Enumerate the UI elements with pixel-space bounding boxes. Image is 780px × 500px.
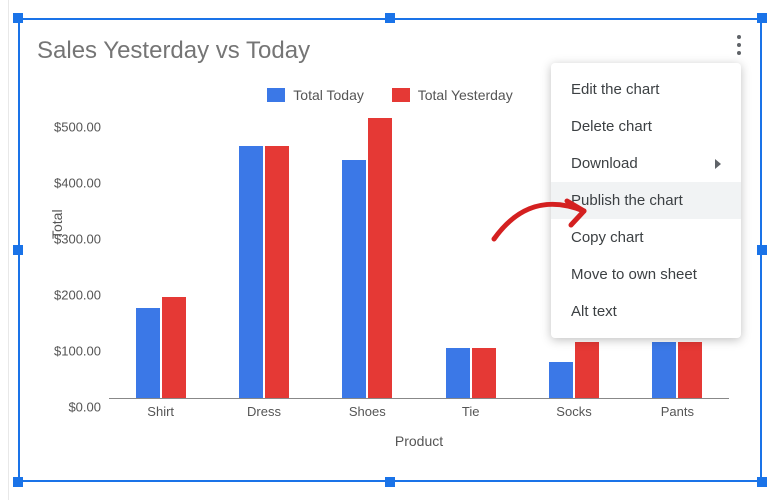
legend-label-today: Total Today [293, 87, 364, 103]
bar-total-yesterday-shirt [162, 297, 186, 398]
x-axis-baseline [109, 398, 729, 399]
y-tick-label: $500.00 [54, 120, 109, 135]
y-tick-label: $200.00 [54, 288, 109, 303]
y-tick-label: $0.00 [68, 400, 109, 415]
menu-item-publish-the-chart[interactable]: Publish the chart [551, 182, 741, 219]
y-tick-label: $300.00 [54, 232, 109, 247]
x-tick-label: Dress [247, 404, 281, 419]
bar-total-today-tie [446, 348, 470, 398]
menu-item-label: Copy chart [571, 229, 644, 246]
chart-container[interactable]: Sales Yesterday vs Today Total Today Tot… [18, 18, 762, 482]
bar-total-yesterday-pants [678, 342, 702, 398]
menu-item-label: Download [571, 155, 638, 172]
legend-swatch-yesterday [392, 88, 410, 102]
resize-handle-tl[interactable] [13, 13, 23, 23]
resize-handle-br[interactable] [757, 477, 767, 487]
menu-item-label: Publish the chart [571, 192, 683, 209]
resize-handle-ml[interactable] [13, 245, 23, 255]
x-tick-label: Tie [462, 404, 480, 419]
menu-item-copy-chart[interactable]: Copy chart [551, 219, 741, 256]
chevron-right-icon [715, 159, 721, 169]
bar-total-today-shirt [136, 308, 160, 398]
x-axis-title: Product [395, 433, 443, 449]
resize-handle-bm[interactable] [385, 477, 395, 487]
x-tick-label: Socks [556, 404, 591, 419]
bar-total-today-dress [239, 146, 263, 398]
menu-item-alt-text[interactable]: Alt text [551, 293, 741, 330]
resize-handle-tr[interactable] [757, 13, 767, 23]
x-tick-label: Shirt [147, 404, 174, 419]
bar-total-today-shoes [342, 160, 366, 398]
x-tick-label: Shoes [349, 404, 386, 419]
bar-total-yesterday-tie [472, 348, 496, 398]
bar-total-yesterday-shoes [368, 118, 392, 398]
legend-item-today: Total Today [267, 87, 364, 103]
menu-item-move-to-own-sheet[interactable]: Move to own sheet [551, 256, 741, 293]
legend-swatch-today [267, 88, 285, 102]
bar-total-yesterday-socks [575, 342, 599, 398]
bar-total-yesterday-dress [265, 146, 289, 398]
menu-item-delete-chart[interactable]: Delete chart [551, 108, 741, 145]
menu-item-label: Delete chart [571, 118, 652, 135]
legend-label-yesterday: Total Yesterday [418, 87, 513, 103]
y-tick-label: $400.00 [54, 176, 109, 191]
chart-menu-button[interactable] [727, 33, 751, 57]
resize-handle-tm[interactable] [385, 13, 395, 23]
resize-handle-bl[interactable] [13, 477, 23, 487]
menu-item-label: Move to own sheet [571, 266, 697, 283]
legend-item-yesterday: Total Yesterday [392, 87, 513, 103]
bar-total-today-socks [549, 362, 573, 398]
y-tick-label: $100.00 [54, 344, 109, 359]
menu-item-label: Alt text [571, 303, 617, 320]
menu-item-label: Edit the chart [571, 81, 659, 98]
bar-total-today-pants [652, 342, 676, 398]
chart-context-menu: Edit the chart Delete chart Download Publis… [551, 63, 741, 338]
x-tick-label: Pants [661, 404, 694, 419]
menu-item-edit-the-chart[interactable]: Edit the chart [551, 71, 741, 108]
resize-handle-mr[interactable] [757, 245, 767, 255]
chart-title: Sales Yesterday vs Today [37, 37, 310, 65]
menu-item-download[interactable]: Download [551, 145, 741, 182]
